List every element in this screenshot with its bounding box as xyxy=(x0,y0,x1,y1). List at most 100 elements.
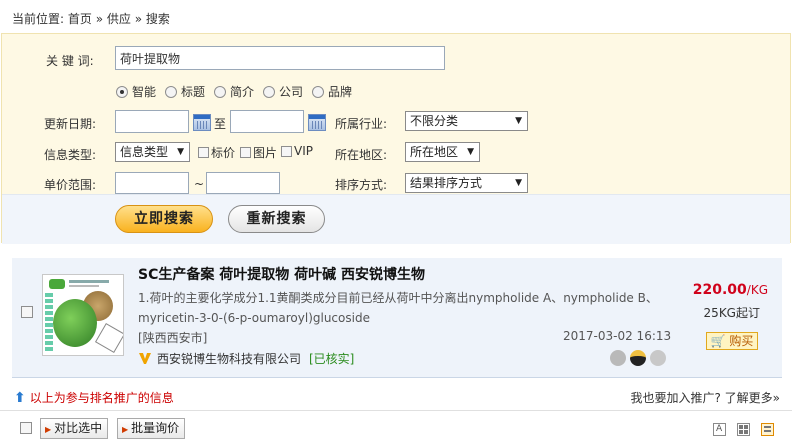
breadcrumb-separator: » xyxy=(130,12,146,26)
scope-radio-company[interactable]: 公司 xyxy=(263,83,303,100)
date-to-input[interactable] xyxy=(230,110,304,133)
compare-selected-button[interactable]: ▶ 对比选中 xyxy=(40,418,109,439)
price-value: 220.00/KG xyxy=(693,282,768,298)
contact-icons xyxy=(610,350,666,366)
breadcrumb-current-link[interactable]: 搜索 xyxy=(146,12,170,26)
checkbox-vip[interactable]: VIP xyxy=(281,144,313,158)
vip-badge-icon xyxy=(139,353,151,364)
calendar-icon[interactable] xyxy=(308,114,326,131)
chat-bubble-icon[interactable] xyxy=(610,350,626,366)
price-max-input[interactable] xyxy=(206,172,280,194)
region-label: 所在地区: xyxy=(335,148,388,162)
breadcrumb-separator: » xyxy=(91,12,107,26)
min-order: 25KG起订 xyxy=(703,306,760,320)
scope-radio-intro[interactable]: 简介 xyxy=(214,83,254,100)
checkbox-icon xyxy=(281,145,292,157)
sort-select-value: 结果排序方式 xyxy=(410,176,483,190)
scope-option-label: 公司 xyxy=(279,85,304,99)
price-min-input[interactable] xyxy=(115,172,189,194)
keyword-input[interactable] xyxy=(115,46,445,70)
radio-icon xyxy=(263,85,275,98)
select-all-checkbox[interactable] xyxy=(20,422,32,434)
keyword-label: 关 键 词: xyxy=(46,54,94,68)
info-type-select-value: 信息类型 xyxy=(120,145,169,159)
join-promotion-link[interactable]: 我也要加入推广? 了解更多» xyxy=(630,389,780,406)
compare-selected-label: 对比选中 xyxy=(54,421,103,435)
breadcrumb: 当前位置: 首页 » 供应 » 搜索 xyxy=(12,10,170,27)
checkbox-image[interactable]: 图片 xyxy=(240,144,277,161)
scope-radio-title[interactable]: 标题 xyxy=(165,83,205,100)
batch-inquiry-button[interactable]: ▶ 批量询价 xyxy=(117,418,186,439)
buy-label: 购买 xyxy=(729,334,754,348)
triangle-right-icon: ▶ xyxy=(122,425,129,434)
checkbox-icon xyxy=(198,147,209,158)
scope-option-label: 简介 xyxy=(230,85,255,99)
checkbox-image-label: 图片 xyxy=(253,146,278,160)
lotus-leaf-image xyxy=(53,299,97,347)
price-unit: /KG xyxy=(746,283,768,297)
scope-option-label: 智能 xyxy=(132,85,157,99)
verified-badge: [已核实] xyxy=(309,352,355,366)
industry-select[interactable]: 不限分类 ▼ xyxy=(405,111,528,131)
radio-icon xyxy=(312,85,324,98)
result-date: 2017-03-02 16:13 xyxy=(563,329,672,343)
radio-icon xyxy=(165,85,177,98)
checkbox-vip-label: VIP xyxy=(294,144,313,158)
breadcrumb-prefix: 当前位置: xyxy=(12,12,68,26)
result-description: 1.荷叶的主要化学成分1.1黄酮类成分目前已经从荷叶中分离出nympholide… xyxy=(138,291,658,325)
price-amount: 220.00 xyxy=(692,282,747,298)
wangwang-icon[interactable] xyxy=(650,350,666,366)
industry-label: 所属行业: xyxy=(335,117,388,131)
search-actions-bar: 立即搜索 重新搜索 xyxy=(2,194,790,244)
dropdown-arrow-icon: ▼ xyxy=(515,116,522,126)
result-location: [陕西西安市] xyxy=(138,331,208,345)
update-date-label: 更新日期: xyxy=(44,117,97,131)
product-thumbnail[interactable] xyxy=(42,274,124,356)
list-view-icon[interactable] xyxy=(761,423,774,436)
info-type-select[interactable]: 信息类型 ▼ xyxy=(115,142,190,162)
qq-icon[interactable] xyxy=(630,350,646,366)
price-range-label: 单价范围: xyxy=(44,178,97,192)
scope-option-label: 标题 xyxy=(181,85,206,99)
sort-select[interactable]: 结果排序方式 ▼ xyxy=(405,173,528,193)
region-select[interactable]: 所在地区 ▼ xyxy=(405,142,480,162)
breadcrumb-supply-link[interactable]: 供应 xyxy=(107,12,131,26)
text-view-icon[interactable]: A xyxy=(713,423,726,436)
promo-note-text: 以上为参与排名推广的信息 xyxy=(29,391,174,405)
date-to-label: 至 xyxy=(214,117,227,131)
triangle-right-icon: ▶ xyxy=(45,425,52,434)
scope-option-label: 品牌 xyxy=(328,85,353,99)
info-type-label: 信息类型: xyxy=(44,148,97,162)
checkbox-icon xyxy=(240,147,251,158)
calendar-icon[interactable] xyxy=(193,114,211,131)
date-from-input[interactable] xyxy=(115,110,189,133)
result-card: SC生产备案 荷叶提取物 荷叶碱 西安锐博生物 1.荷叶的主要化学成分1.1黄酮… xyxy=(12,258,782,378)
radio-icon xyxy=(214,85,226,98)
search-button[interactable]: 立即搜索 xyxy=(115,205,213,233)
dropdown-arrow-icon: ▼ xyxy=(467,147,474,157)
scope-radio-smart[interactable]: 智能 xyxy=(116,83,156,100)
cart-icon: 🛒 xyxy=(710,334,726,348)
checkbox-price[interactable]: 标价 xyxy=(198,144,235,161)
divider xyxy=(0,410,792,411)
promo-note: ⬆ 以上为参与排名推广的信息 xyxy=(14,389,174,406)
checkbox-price-label: 标价 xyxy=(211,146,236,160)
batch-inquiry-label: 批量询价 xyxy=(131,421,180,435)
breadcrumb-home-link[interactable]: 首页 xyxy=(68,12,92,26)
scope-radio-brand[interactable]: 品牌 xyxy=(312,83,352,100)
region-select-value: 所在地区 xyxy=(410,145,459,159)
buy-button[interactable]: 🛒 购买 xyxy=(706,332,758,350)
dropdown-arrow-icon: ▼ xyxy=(177,147,184,157)
reset-button[interactable]: 重新搜索 xyxy=(228,205,325,233)
dropdown-arrow-icon: ▼ xyxy=(515,178,522,188)
radio-checked-icon xyxy=(116,85,128,98)
sort-label: 排序方式: xyxy=(335,178,388,192)
result-title-link[interactable]: SC生产备案 荷叶提取物 荷叶碱 西安锐博生物 xyxy=(138,264,425,284)
company-link[interactable]: 西安锐博生物科技有限公司 xyxy=(157,350,301,367)
arrow-up-icon: ⬆ xyxy=(14,389,26,406)
grid-view-icon[interactable] xyxy=(737,423,750,436)
result-select-checkbox[interactable] xyxy=(21,306,33,318)
molecule-structure-image xyxy=(94,322,123,354)
brand-logo-icon xyxy=(49,279,65,289)
price-range-separator: ~ xyxy=(194,177,205,191)
